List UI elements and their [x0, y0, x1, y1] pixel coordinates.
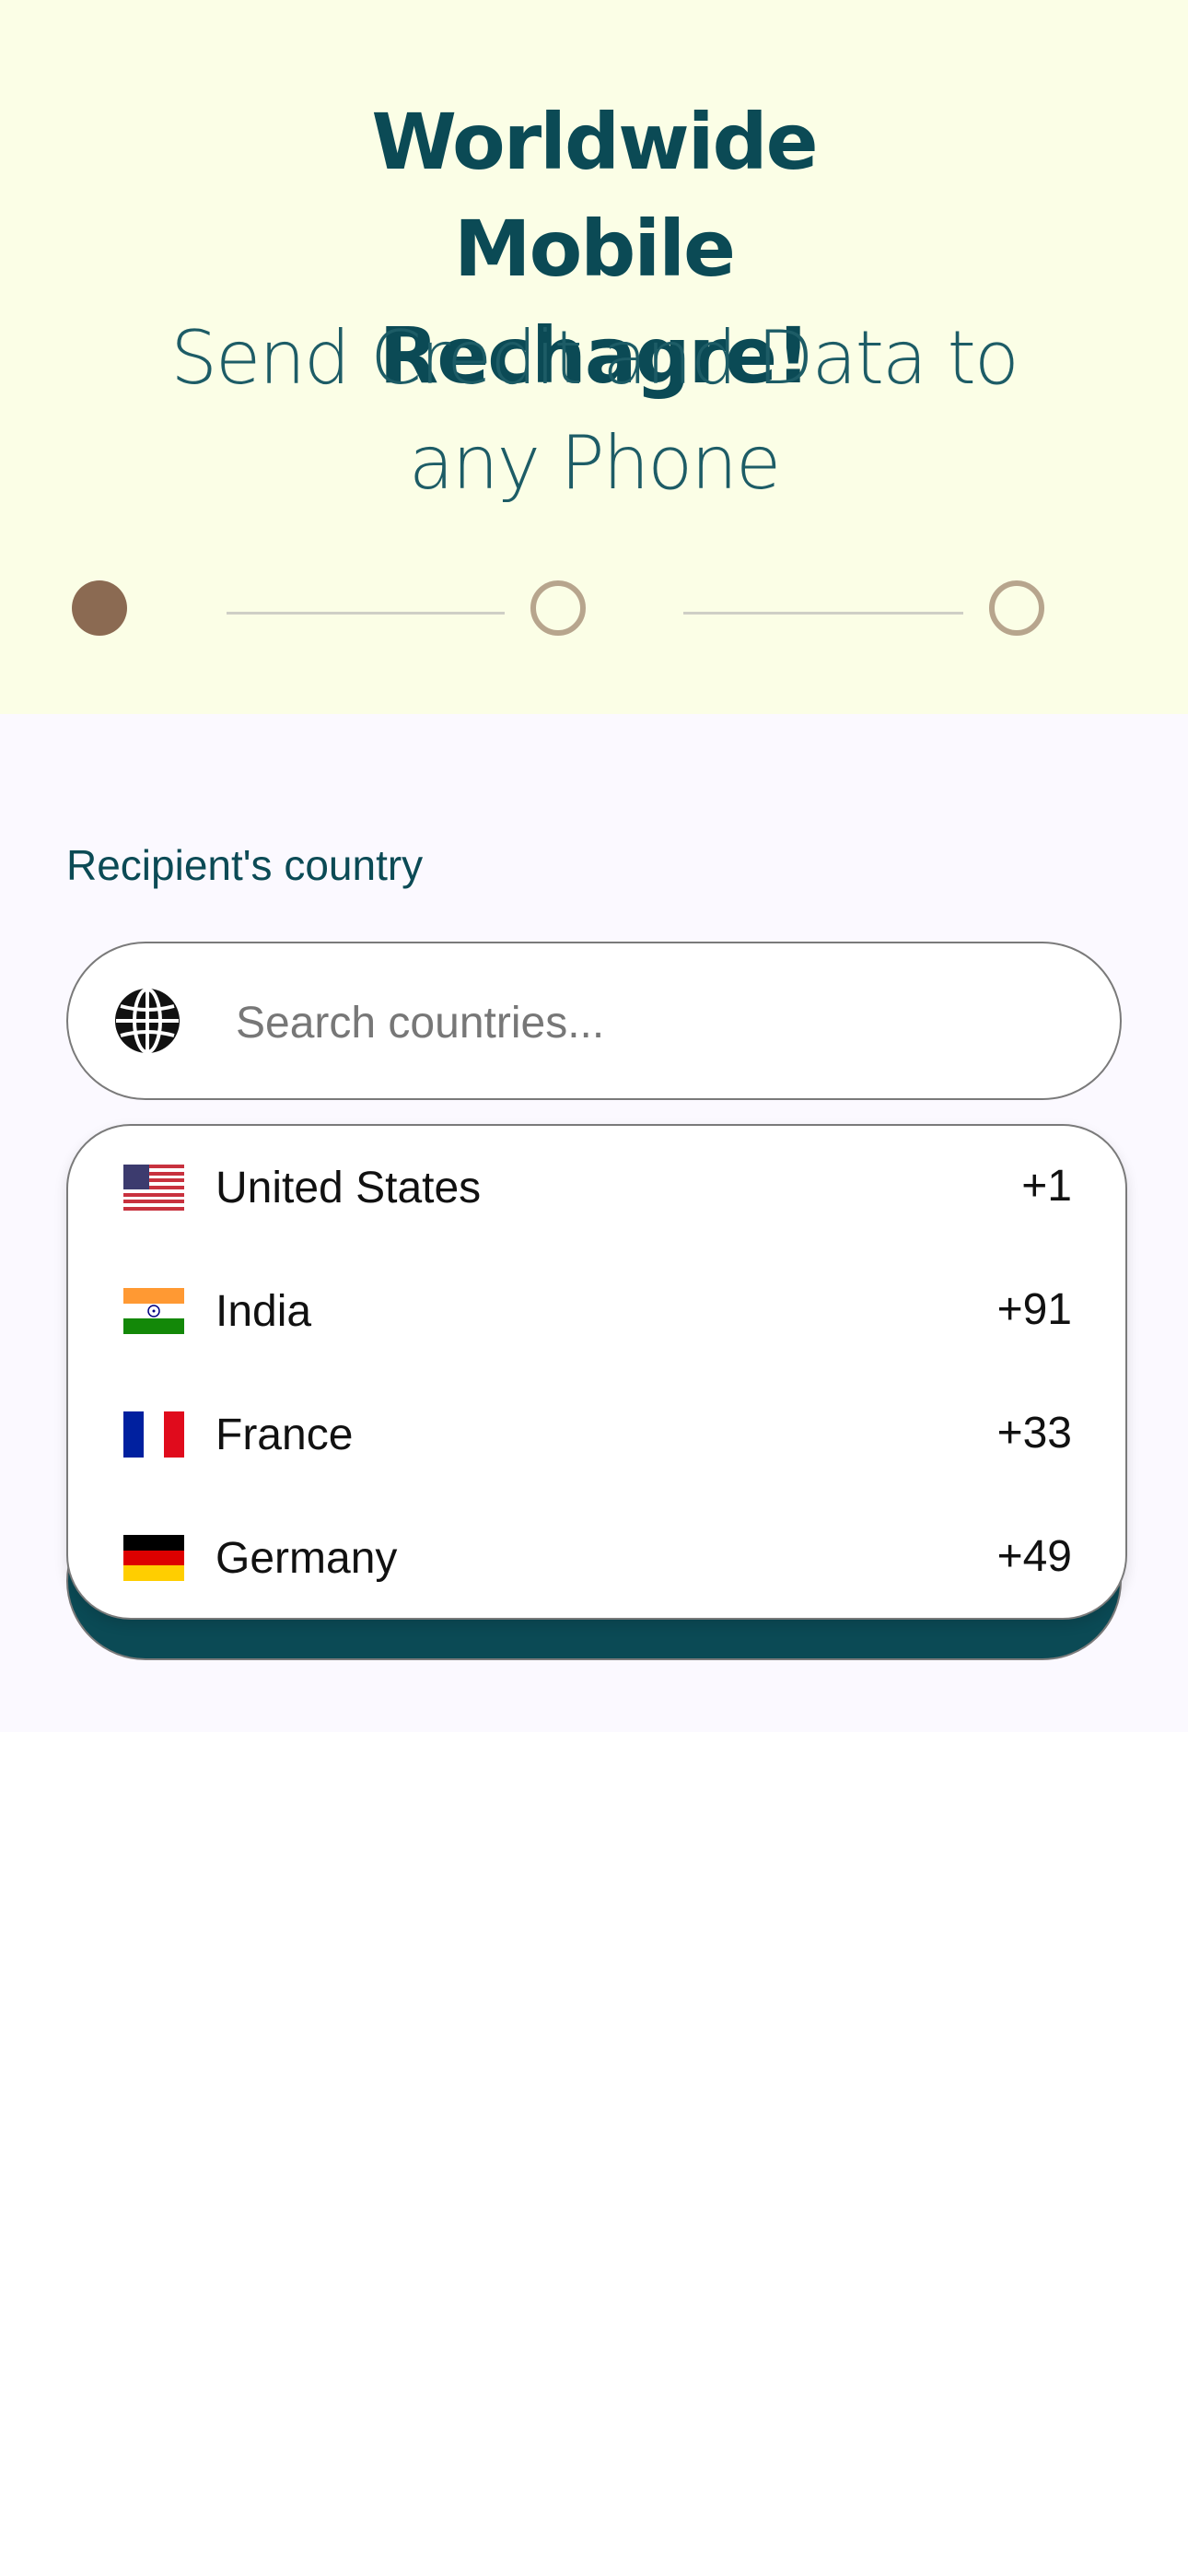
hero-section: Worldwide Mobile Rechagre! Send Credit a… — [0, 0, 1188, 714]
country-search-input[interactable] — [234, 980, 1066, 1065]
step-connector — [227, 612, 505, 615]
hero-subtitle: Send Credit and Data to any Phone — [170, 315, 1019, 506]
step-1-indicator — [72, 580, 127, 636]
progress-stepper — [0, 571, 1188, 645]
country-dropdown: United States +1 India +91 France +33 Ge… — [66, 1124, 1127, 1620]
step-2-indicator — [530, 580, 586, 636]
country-option-india[interactable]: India +91 — [68, 1249, 1125, 1373]
globe-icon — [115, 988, 180, 1054]
recipient-country-label: Recipient's country — [66, 841, 424, 889]
germany-flag-icon — [123, 1535, 184, 1581]
dial-code: +49 — [996, 1532, 1072, 1581]
country-name: Germany — [215, 1534, 398, 1583]
dial-code: +91 — [996, 1285, 1072, 1334]
country-option-united-states[interactable]: United States +1 — [68, 1126, 1125, 1249]
country-name: France — [215, 1411, 354, 1459]
dial-code: +1 — [1021, 1162, 1072, 1211]
step-3-indicator — [989, 580, 1044, 636]
india-flag-icon — [123, 1288, 184, 1334]
us-flag-icon — [123, 1165, 184, 1211]
step-connector — [683, 612, 963, 615]
france-flag-icon — [123, 1411, 184, 1458]
country-option-france[interactable]: France +33 — [68, 1373, 1125, 1496]
country-option-germany[interactable]: Germany +49 — [68, 1496, 1125, 1618]
country-name: United States — [215, 1164, 482, 1212]
country-search-box[interactable] — [66, 942, 1122, 1100]
country-name: India — [215, 1287, 312, 1336]
dial-code: +33 — [996, 1409, 1072, 1458]
